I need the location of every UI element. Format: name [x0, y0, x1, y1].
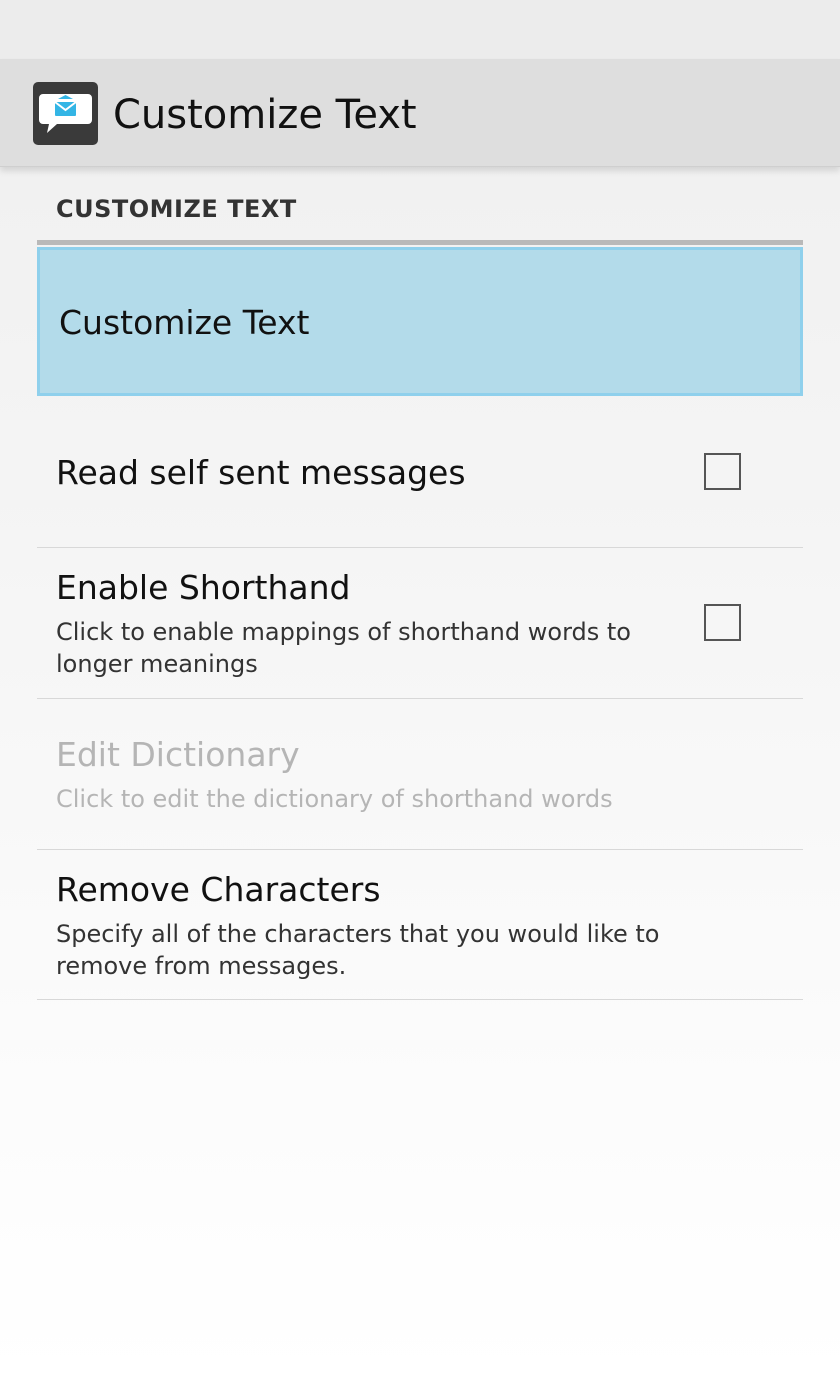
pref-title: Read self sent messages — [56, 453, 466, 492]
pref-title: Remove Characters — [56, 870, 381, 909]
message-bubble-icon[interactable] — [33, 82, 98, 145]
enable-shorthand-checkbox[interactable] — [704, 604, 741, 641]
category-divider — [37, 240, 803, 245]
pref-edit-dictionary: Edit Dictionary Click to edit the dictio… — [37, 699, 803, 849]
pref-customize-text[interactable]: Customize Text — [37, 247, 803, 396]
pref-read-self-sent[interactable]: Read self sent messages — [37, 398, 803, 547]
action-bar: Customize Text — [0, 59, 840, 167]
divider — [37, 999, 803, 1000]
category-header: CUSTOMIZE TEXT — [56, 195, 297, 223]
status-bar — [0, 0, 840, 59]
pref-title: Customize Text — [59, 303, 310, 342]
pref-summary: Click to edit the dictionary of shorthan… — [56, 785, 613, 813]
page-title: Customize Text — [113, 92, 417, 138]
pref-enable-shorthand[interactable]: Enable Shorthand Click to enable mapping… — [37, 548, 803, 698]
pref-remove-characters[interactable]: Remove Characters Specify all of the cha… — [37, 850, 803, 1000]
pref-title: Enable Shorthand — [56, 568, 351, 607]
pref-summary: Click to enable mappings of shorthand wo… — [56, 618, 631, 678]
read-self-sent-checkbox[interactable] — [704, 453, 741, 490]
pref-summary: Specify all of the characters that you w… — [56, 920, 660, 980]
pref-title: Edit Dictionary — [56, 735, 300, 774]
